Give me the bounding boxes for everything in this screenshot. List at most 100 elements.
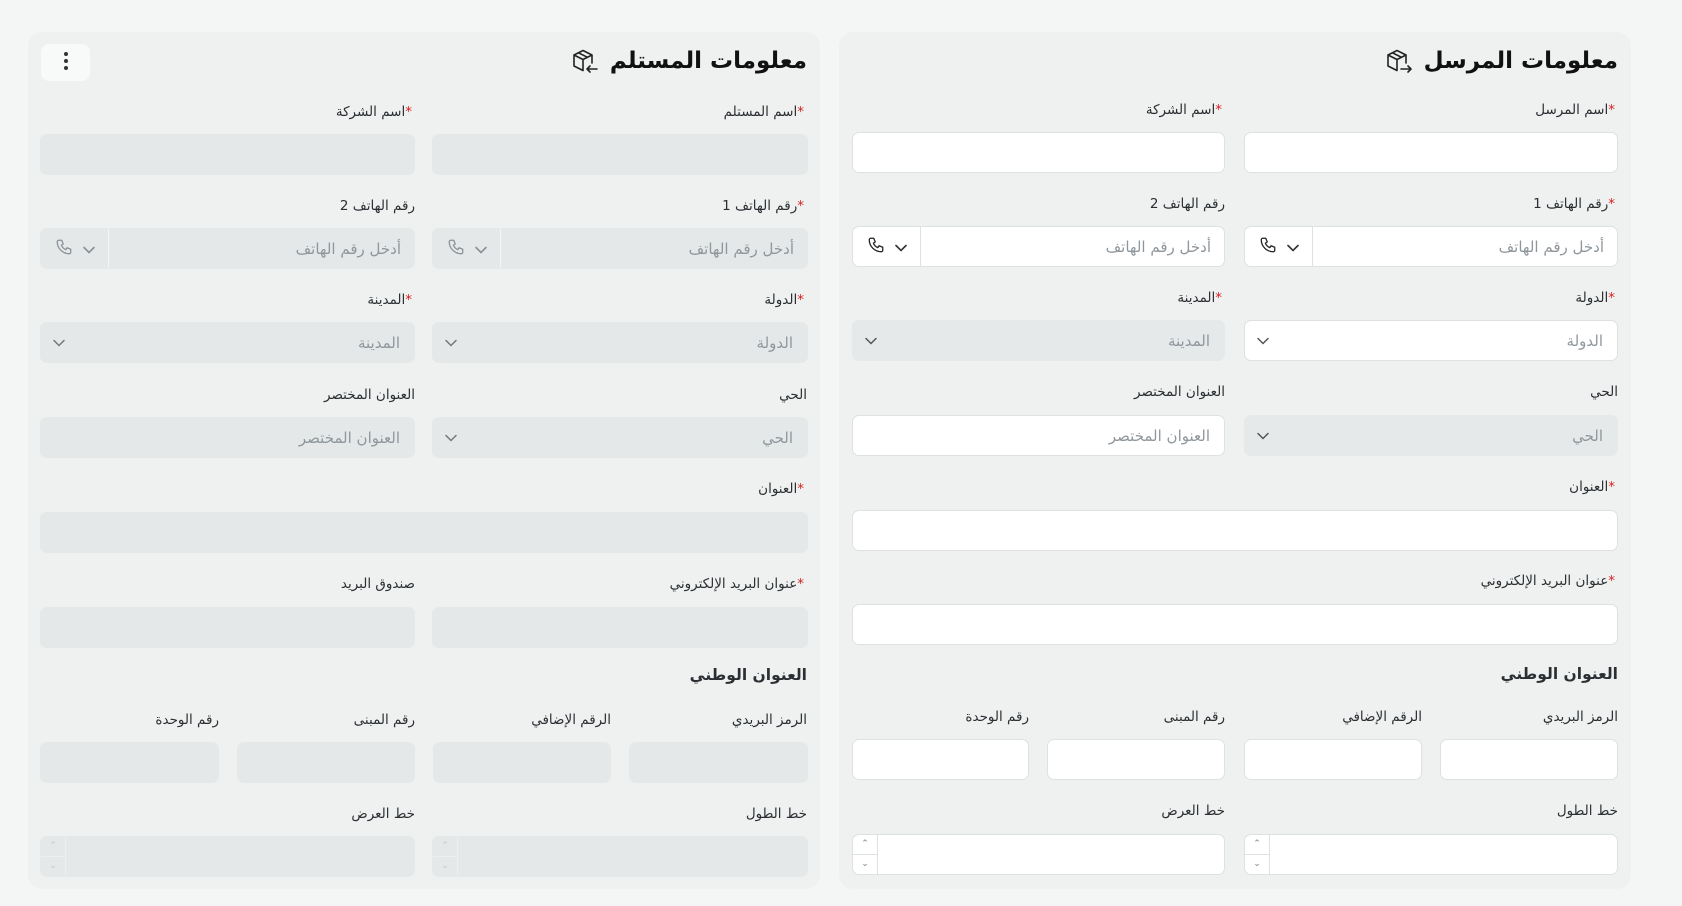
sender-country-select[interactable]: الدولة [1244, 320, 1618, 361]
receiver-country-label: *الدولة [764, 292, 804, 308]
sender-country-placeholder: الدولة [1566, 331, 1603, 350]
sender-additional-number-input[interactable] [1244, 739, 1422, 780]
receiver-phone2-field[interactable]: أدخل رقم الهاتف [40, 228, 415, 269]
receiver-phone2-placeholder: أدخل رقم الهاتف [295, 239, 401, 258]
sender-building-number-label: رقم المبنى [1163, 709, 1225, 725]
sender-postal-code-input[interactable] [1440, 739, 1618, 780]
chevron-down-icon [1257, 337, 1269, 345]
receiver-additional-number-label: الرقم الإضافي [531, 712, 611, 728]
sender-postal-code-label: الرمز البريدي [1542, 709, 1618, 725]
sender-name-input[interactable] [1244, 132, 1618, 173]
receiver-name-input[interactable] [432, 134, 808, 175]
phone-icon [447, 238, 465, 260]
sender-latitude-input[interactable]: ⌃ ⌄ [852, 834, 1225, 875]
receiver-phone1-country-code-select[interactable] [433, 229, 501, 268]
receiver-unit-number-input[interactable] [40, 742, 219, 783]
sender-name-label: *اسم المرسل [1535, 102, 1615, 118]
receiver-longitude-label: خط الطول [745, 806, 807, 822]
phone-icon [55, 238, 73, 260]
receiver-country-select[interactable]: الدولة [432, 322, 808, 363]
sender-address-label: *العنوان [1569, 479, 1615, 495]
sender-phone2-label: رقم الهاتف 2 [1149, 196, 1225, 212]
package-send-icon [1384, 46, 1414, 76]
receiver-name-label: *اسم المستلم [723, 104, 804, 120]
more-vertical-icon [63, 51, 69, 75]
receiver-latitude-label: خط العرض [351, 806, 415, 822]
receiver-postal-code-input[interactable] [629, 742, 808, 783]
receiver-district-select[interactable]: الحي [432, 417, 808, 458]
receiver-city-placeholder: المدينة [357, 333, 400, 352]
spin-down-icon[interactable]: ⌄ [853, 855, 877, 874]
sender-longitude-stepper[interactable]: ⌃ ⌄ [1245, 835, 1270, 874]
receiver-address-label: *العنوان [758, 481, 804, 497]
receiver-short-address-input[interactable]: العنوان المختصر [40, 417, 415, 458]
sender-email-label: *عنوان البريد الإلكتروني [1480, 573, 1615, 589]
receiver-district-label: الحي [779, 387, 807, 403]
receiver-latitude-stepper[interactable]: ⌃ ⌄ [41, 837, 66, 876]
sender-phone2-country-code-select[interactable] [853, 227, 921, 266]
receiver-email-input[interactable] [432, 607, 808, 648]
chevron-down-icon [865, 337, 877, 345]
sender-country-label: *الدولة [1575, 290, 1615, 306]
receiver-district-placeholder: الحي [762, 428, 793, 447]
sender-email-input[interactable] [852, 604, 1618, 645]
sender-latitude-stepper[interactable]: ⌃ ⌄ [853, 835, 878, 874]
sender-phone1-label: *رقم الهاتف 1 [1533, 196, 1615, 212]
receiver-address-input[interactable] [40, 512, 808, 553]
receiver-latitude-input[interactable]: ⌃ ⌄ [40, 836, 415, 877]
sender-short-address-label: العنوان المختصر [1134, 384, 1225, 400]
package-receive-icon [570, 46, 600, 76]
sender-district-placeholder: الحي [1572, 426, 1603, 445]
sender-latitude-label: خط العرض [1161, 803, 1225, 819]
receiver-email-label: *عنوان البريد الإلكتروني [669, 576, 804, 592]
receiver-po-box-input[interactable] [40, 607, 415, 648]
receiver-building-number-label: رقم المبنى [353, 712, 415, 728]
spin-up-icon[interactable]: ⌃ [41, 837, 65, 857]
receiver-info-panel: معلومات المستلم *اسم المستلم *اسم الشركة… [28, 32, 820, 889]
spin-up-icon[interactable]: ⌃ [853, 835, 877, 855]
sender-phone1-field[interactable]: أدخل رقم الهاتف [1244, 226, 1618, 267]
receiver-city-select[interactable]: المدينة [40, 322, 415, 363]
receiver-company-input[interactable] [40, 134, 415, 175]
receiver-longitude-input[interactable]: ⌃ ⌄ [432, 836, 808, 877]
receiver-longitude-stepper[interactable]: ⌃ ⌄ [433, 837, 458, 876]
spin-down-icon[interactable]: ⌄ [41, 857, 65, 876]
receiver-title-text: معلومات المستلم [609, 48, 807, 74]
sender-company-input[interactable] [852, 132, 1225, 173]
receiver-building-number-input[interactable] [237, 742, 415, 783]
receiver-country-placeholder: الدولة [756, 333, 793, 352]
sender-phone2-placeholder: أدخل رقم الهاتف [1105, 237, 1211, 256]
sender-company-label: *اسم الشركة [1145, 102, 1222, 118]
sender-address-input[interactable] [852, 510, 1618, 551]
receiver-short-address-label: العنوان المختصر [324, 387, 415, 403]
spin-up-icon[interactable]: ⌃ [1245, 835, 1269, 855]
sender-national-address-title: العنوان الوطني [1500, 665, 1618, 683]
sender-district-select[interactable]: الحي [1244, 415, 1618, 456]
spin-down-icon[interactable]: ⌄ [1245, 855, 1269, 874]
sender-title-text: معلومات المرسل [1423, 48, 1618, 74]
chevron-down-icon [1286, 237, 1299, 256]
sender-additional-number-label: الرقم الإضافي [1342, 709, 1422, 725]
sender-city-select[interactable]: المدينة [852, 320, 1225, 361]
sender-phone2-field[interactable]: أدخل رقم الهاتف [852, 226, 1225, 267]
sender-city-label: *المدينة [1177, 290, 1222, 306]
sender-phone1-placeholder: أدخل رقم الهاتف [1498, 237, 1604, 256]
spin-down-icon[interactable]: ⌄ [433, 857, 457, 876]
more-options-button[interactable] [41, 44, 90, 81]
receiver-unit-number-label: رقم الوحدة [155, 712, 219, 728]
receiver-phone1-field[interactable]: أدخل رقم الهاتف [432, 228, 808, 269]
chevron-down-icon [445, 434, 457, 442]
receiver-phone2-country-code-select[interactable] [41, 229, 109, 268]
sender-short-address-input[interactable]: العنوان المختصر [852, 415, 1225, 456]
receiver-additional-number-input[interactable] [433, 742, 611, 783]
sender-longitude-input[interactable]: ⌃ ⌄ [1244, 834, 1618, 875]
receiver-national-address-title: العنوان الوطني [689, 666, 807, 684]
spin-up-icon[interactable]: ⌃ [433, 837, 457, 857]
receiver-phone1-label: *رقم الهاتف 1 [722, 198, 804, 214]
sender-short-address-placeholder: العنوان المختصر [1108, 426, 1210, 445]
chevron-down-icon [82, 239, 95, 258]
receiver-panel-title: معلومات المستلم [570, 46, 807, 76]
sender-unit-number-input[interactable] [852, 739, 1029, 780]
sender-phone1-country-code-select[interactable] [1245, 227, 1313, 266]
sender-building-number-input[interactable] [1047, 739, 1225, 780]
